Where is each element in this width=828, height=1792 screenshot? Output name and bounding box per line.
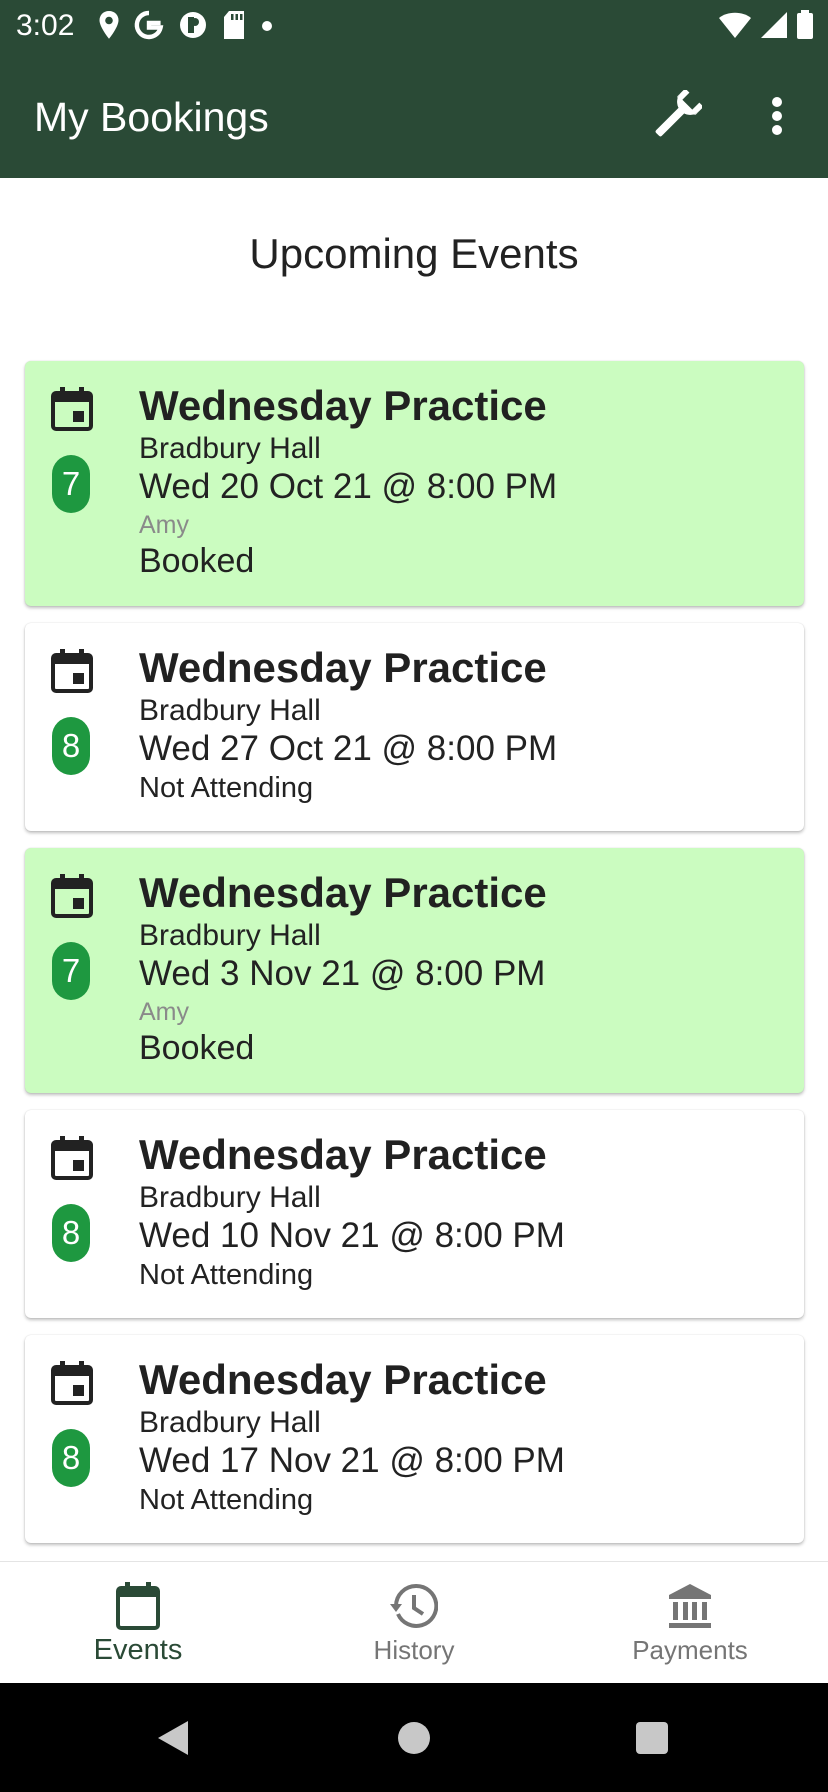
calendar-icon [116,1582,160,1630]
nav-history[interactable]: History [276,1562,552,1684]
event-attendee: Amy [139,998,189,1026]
sd-card-icon [224,11,244,39]
back-icon[interactable] [156,1719,190,1757]
nav-label: Events [93,1634,183,1666]
event-status: Not Attending [139,772,314,804]
status-bar: 3:02 [0,0,828,54]
event-info: Wednesday Practice Bradbury Hall Wed 10 … [139,1130,565,1294]
status-time: 3:02 [16,9,75,42]
home-icon[interactable] [397,1721,431,1755]
google-icon [134,10,164,40]
event-card[interactable]: 8 Wednesday Practice Bradbury Hall Wed 1… [25,1335,804,1543]
spaces-count-badge: 8 [52,1204,90,1262]
event-venue: Bradbury Hall [139,919,321,952]
event-card[interactable]: 8 Wednesday Practice Bradbury Hall Wed 1… [25,1110,804,1318]
spaces-count-badge: 7 [52,942,90,1000]
app-bar: My Bookings [0,54,828,178]
location-icon [99,11,119,39]
event-list: 7 Wednesday Practice Bradbury Hall Wed 2… [25,361,804,1560]
signal-icon [761,12,787,38]
calendar-icon [51,1361,93,1405]
recents-icon[interactable] [635,1721,669,1755]
event-status: Booked [139,542,255,580]
battery-icon [797,10,813,39]
event-info: Wednesday Practice Bradbury Hall Wed 17 … [139,1355,565,1519]
event-venue: Bradbury Hall [139,694,321,727]
event-datetime: Wed 27 Oct 21 @ 8:00 PM [139,729,558,768]
wrench-icon[interactable] [650,90,702,142]
nav-label: History [373,1635,455,1665]
calendar-icon [51,874,93,918]
event-info: Wednesday Practice Bradbury Hall Wed 3 N… [139,868,547,1068]
calendar-icon [51,387,93,431]
bottom-navigation: Events History Payments [0,1561,828,1684]
app-notification-icon [180,12,206,38]
nav-events[interactable]: Events [0,1562,276,1684]
history-icon [390,1583,438,1628]
event-venue: Bradbury Hall [139,1181,321,1214]
event-attendee: Amy [139,511,189,539]
calendar-icon [51,649,93,693]
event-title: Wednesday Practice [139,382,547,429]
event-status: Not Attending [139,1259,314,1291]
bank-icon [669,1584,711,1628]
event-datetime: Wed 20 Oct 21 @ 8:00 PM [139,467,558,506]
event-card[interactable]: 7 Wednesday Practice Bradbury Hall Wed 2… [25,361,804,606]
event-datetime: Wed 17 Nov 21 @ 8:00 PM [139,1441,565,1480]
event-status: Not Attending [139,1484,314,1516]
wifi-icon [719,12,751,38]
nav-payments[interactable]: Payments [552,1562,828,1684]
event-card[interactable]: 8 Wednesday Practice Bradbury Hall Wed 2… [25,623,804,831]
section-title: Upcoming Events [249,230,579,277]
app-bar-title: My Bookings [34,94,269,140]
spaces-count-badge: 8 [52,717,90,775]
event-venue: Bradbury Hall [139,432,321,465]
dot-icon [262,21,272,31]
event-title: Wednesday Practice [139,1131,547,1178]
nav-label: Payments [632,1635,748,1665]
system-navigation-bar [0,1683,828,1792]
event-title: Wednesday Practice [139,644,547,691]
event-title: Wednesday Practice [139,1356,547,1403]
event-datetime: Wed 10 Nov 21 @ 8:00 PM [139,1216,565,1255]
spaces-count-badge: 7 [52,455,90,513]
event-title: Wednesday Practice [139,869,547,916]
event-datetime: Wed 3 Nov 21 @ 8:00 PM [139,954,546,993]
event-card[interactable]: 7 Wednesday Practice Bradbury Hall Wed 3… [25,848,804,1093]
event-info: Wednesday Practice Bradbury Hall Wed 27 … [139,643,557,807]
event-info: Wednesday Practice Bradbury Hall Wed 20 … [139,381,557,581]
spaces-count-badge: 8 [52,1429,90,1487]
event-venue: Bradbury Hall [139,1406,321,1439]
more-options-icon[interactable] [757,92,797,140]
calendar-icon [51,1136,93,1180]
event-status: Booked [139,1029,255,1067]
